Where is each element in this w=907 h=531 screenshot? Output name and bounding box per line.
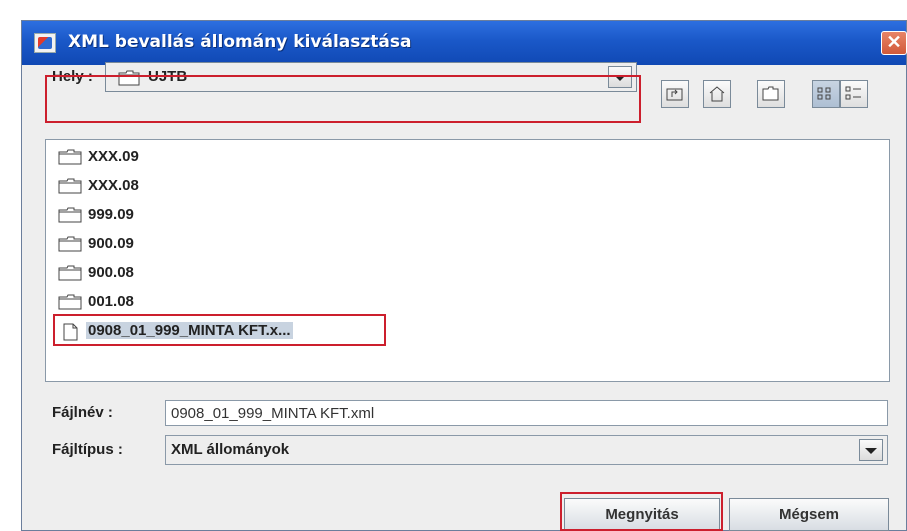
folder-icon — [58, 207, 82, 223]
list-item-label: XXX.08 — [88, 177, 139, 194]
file-name-field[interactable] — [165, 400, 888, 426]
list-item-label: 900.09 — [88, 235, 134, 252]
close-button[interactable]: ✕ — [881, 31, 907, 55]
list-item-label: 0908_01_999_MINTA KFT.x... — [86, 322, 293, 339]
home-button[interactable] — [703, 80, 731, 108]
folder-icon — [58, 149, 82, 165]
look-in-label: Hely : — [52, 68, 93, 85]
details-view-button[interactable] — [840, 80, 868, 108]
list-item-label: XXX.09 — [88, 148, 139, 165]
chevron-down-icon[interactable] — [608, 66, 632, 88]
dialog-title: XML bevallás állomány kiválasztása — [68, 32, 412, 52]
folder-icon — [118, 70, 140, 86]
list-view-button[interactable] — [812, 80, 840, 108]
look-in-value: UJTB — [148, 68, 188, 85]
list-item-label: 001.08 — [88, 293, 134, 310]
file-type-value: XML állományok — [171, 441, 290, 458]
open-button[interactable]: Megnyitás — [564, 498, 720, 531]
chevron-down-icon[interactable] — [859, 439, 883, 461]
file-icon — [63, 323, 78, 341]
folder-icon — [58, 236, 82, 252]
new-folder-button[interactable] — [757, 80, 785, 108]
file-type-label: Fájltípus : — [52, 441, 123, 458]
up-one-level-icon — [666, 88, 683, 101]
file-name-label: Fájlnév : — [52, 404, 113, 421]
list-item-label: 999.09 — [88, 206, 134, 223]
list-item-label: 900.08 — [88, 264, 134, 281]
folder-icon — [58, 178, 82, 194]
details-view-icon — [845, 86, 861, 100]
home-icon — [709, 86, 725, 102]
new-folder-icon — [762, 86, 779, 101]
file-list[interactable]: XXX.09 XXX.08 999.09 900.09 900.08 001.0… — [45, 139, 890, 382]
java-app-icon — [34, 33, 56, 53]
cancel-button[interactable]: Mégsem — [729, 498, 889, 531]
title-bar: XML bevallás állomány kiválasztása ✕ — [22, 21, 907, 65]
folder-icon — [58, 265, 82, 281]
up-one-level-button[interactable] — [661, 80, 689, 108]
list-view-icon — [817, 87, 831, 100]
file-type-combo[interactable]: XML állományok — [165, 435, 888, 465]
look-in-combo[interactable]: UJTB — [105, 62, 637, 92]
folder-icon — [58, 294, 82, 310]
file-name-input[interactable] — [166, 401, 887, 425]
